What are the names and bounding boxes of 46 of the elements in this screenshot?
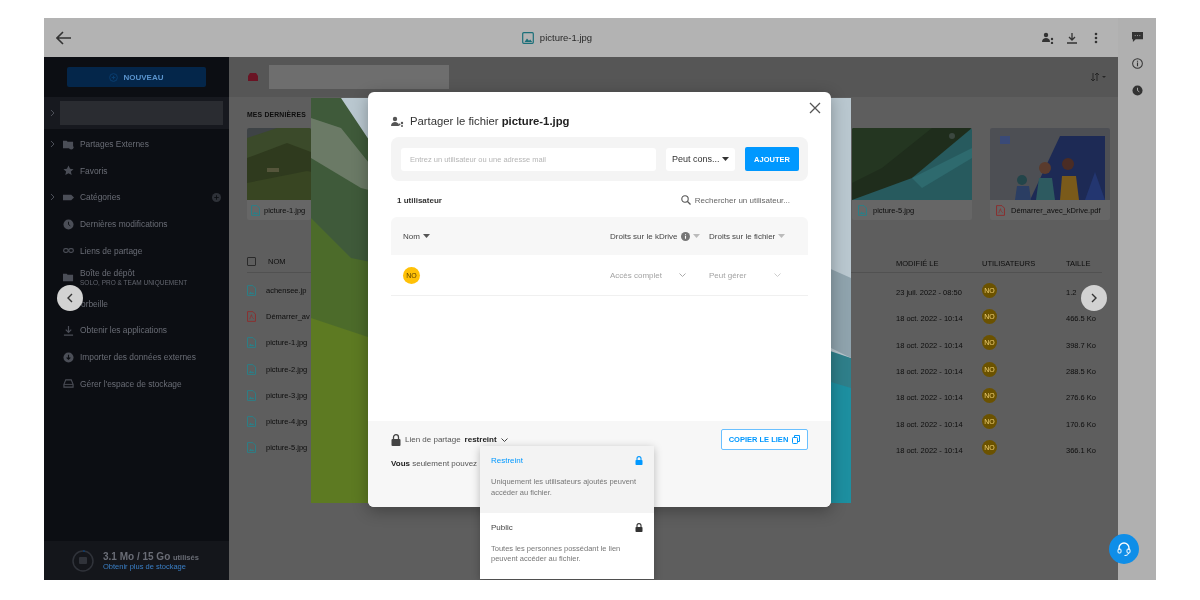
image-file-icon xyxy=(247,389,256,401)
sidebar-item[interactable]: Partages Externes xyxy=(80,139,149,150)
folder-share-icon xyxy=(63,138,74,150)
drive-icon xyxy=(79,556,87,564)
sidebar-item[interactable]: Catégories xyxy=(80,192,121,203)
drive-icon xyxy=(63,378,74,390)
clock-icon[interactable] xyxy=(1131,85,1143,96)
back-arrow-icon[interactable] xyxy=(56,30,72,45)
folder-icon xyxy=(63,271,74,283)
sidebar-item[interactable]: Liens de partage xyxy=(80,245,143,256)
pdf-file-icon xyxy=(996,204,1005,216)
comment-icon[interactable] xyxy=(1131,31,1143,42)
info-icon[interactable] xyxy=(1131,58,1143,69)
select-all-checkbox[interactable] xyxy=(247,256,256,266)
image-file-icon xyxy=(521,31,534,44)
share-user-icon[interactable] xyxy=(1042,31,1054,44)
pdf-file-icon xyxy=(247,310,256,322)
download-icon xyxy=(63,324,74,336)
storage-ring xyxy=(72,549,94,572)
new-button[interactable]: NOUVEAU xyxy=(67,67,206,87)
sidebar-item[interactable]: Importer des données externes xyxy=(80,352,196,363)
chevron-right-icon xyxy=(1089,293,1099,303)
image-file-icon xyxy=(247,416,256,428)
tag-icon xyxy=(63,192,74,203)
drive-icon xyxy=(247,72,259,82)
chevron-left-icon xyxy=(65,293,75,303)
file-title: picture-1.jpg xyxy=(539,32,593,43)
sidebar-item[interactable]: Favoris xyxy=(80,165,108,176)
download-circle-icon xyxy=(63,351,74,363)
sidebar-item[interactable]: Dernières modifications xyxy=(80,219,168,230)
sidebar-item[interactable]: orbeille xyxy=(81,298,108,309)
download-icon[interactable] xyxy=(1066,31,1078,44)
headset-icon xyxy=(1116,541,1132,557)
image-file-icon xyxy=(247,363,256,375)
image-file-icon xyxy=(247,284,256,296)
clock-icon xyxy=(63,218,74,230)
image-file-icon xyxy=(247,442,256,454)
sidebar-item[interactable]: Obtenir les applications xyxy=(80,325,168,336)
plus-icon xyxy=(109,72,119,82)
sidebar-item[interactable]: Gérer l'espace de stockage xyxy=(80,378,182,389)
image-file-icon xyxy=(251,204,260,216)
sidebar-item[interactable]: Boîte de dépôt xyxy=(80,268,188,279)
lock-icon xyxy=(635,522,643,532)
image-file-icon xyxy=(858,204,867,216)
image-file-icon xyxy=(247,337,256,349)
star-icon xyxy=(63,165,74,177)
